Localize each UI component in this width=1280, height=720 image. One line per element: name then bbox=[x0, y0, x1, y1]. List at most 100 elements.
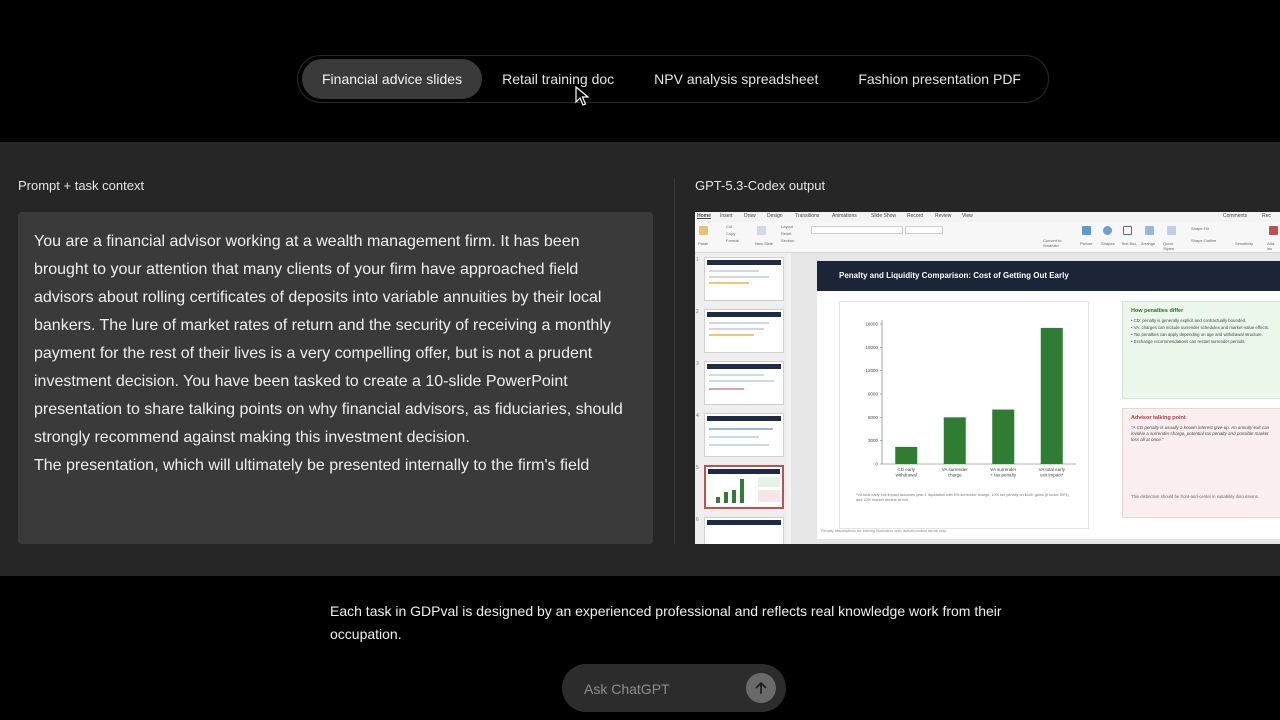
picture-icon bbox=[1082, 226, 1091, 235]
ppt-ribbon-tabs: Home Insert Draw Design Transitions Anim… bbox=[695, 212, 1280, 222]
powerpoint-output-preview: Home Insert Draw Design Transitions Anim… bbox=[695, 212, 1280, 544]
shapes-icon bbox=[1103, 226, 1112, 235]
note-title: Advisor talking point bbox=[1131, 415, 1186, 421]
ppt-shape-fill: Shape Fill bbox=[1191, 226, 1209, 231]
ppt-shape-outline: Shape Outline bbox=[1191, 238, 1217, 243]
x-tick-label: charge bbox=[948, 473, 962, 478]
bar bbox=[895, 446, 918, 464]
ppt-tab-draw: Draw bbox=[744, 213, 756, 219]
tab-financial-advice-slides[interactable]: Financial advice slides bbox=[302, 59, 483, 99]
ppt-section: Section bbox=[781, 238, 795, 243]
ppt-convert-smartart: Convert to SmartArt bbox=[1043, 238, 1062, 248]
note-footer: This distinction should be front-and-cen… bbox=[1131, 494, 1260, 499]
ask-chatgpt-bar bbox=[562, 664, 786, 712]
chart-footnote: *VA total early exit impact assumes year… bbox=[856, 493, 1070, 502]
slide-title: Penalty and Liquidity Comparison: Cost o… bbox=[839, 271, 1069, 280]
ask-chatgpt-input[interactable] bbox=[582, 676, 746, 702]
x-tick-label: VA surrender bbox=[942, 467, 968, 472]
ppt-tab-record: Record bbox=[907, 213, 924, 219]
note-bullet: • VA: charges can include surrender sche… bbox=[1131, 325, 1270, 330]
talking-point-quote: "A CD penalty is usually a known interes… bbox=[1131, 425, 1270, 442]
y-tick-label: 9000 bbox=[868, 392, 879, 397]
ppt-tab-home: Home bbox=[697, 213, 711, 219]
y-tick-label: 3000 bbox=[868, 438, 879, 443]
slide-thumbnail-pane: 1 2 3 4 5 6 bbox=[695, 253, 787, 544]
slide-header: Penalty and Liquidity Comparison: Cost o… bbox=[817, 261, 1280, 291]
comparison-panel: Prompt + task context You are a financia… bbox=[0, 142, 1280, 576]
bar bbox=[943, 417, 966, 464]
tab-npv-analysis-spreadsheet[interactable]: NPV analysis spreadsheet bbox=[634, 59, 838, 99]
slide-thumbnail bbox=[704, 413, 784, 457]
x-tick-label: exit impact* bbox=[1040, 473, 1064, 478]
ppt-new-slide: New Slide bbox=[755, 241, 774, 246]
note-title: How penalties differ bbox=[1131, 308, 1184, 314]
y-tick-label: 0 bbox=[875, 462, 878, 467]
y-tick-label: 18000 bbox=[865, 322, 878, 327]
ppt-tab-slide-show: Slide Show bbox=[871, 213, 897, 219]
penalty-differences-note: How penalties differ • CD: penalty is ge… bbox=[1122, 301, 1280, 399]
tab-fashion-presentation-pdf[interactable]: Fashion presentation PDF bbox=[838, 59, 1041, 99]
ppt-reset: Reset bbox=[781, 231, 792, 236]
ppt-shapes: Shapes bbox=[1101, 241, 1115, 246]
bar bbox=[1040, 327, 1063, 464]
tab-retail-training-doc[interactable]: Retail training doc bbox=[482, 59, 634, 99]
ppt-record-button: Rec bbox=[1262, 213, 1271, 219]
paste-icon bbox=[699, 226, 708, 235]
x-tick-label: + tax penalty bbox=[990, 473, 1016, 478]
prompt-panel-title: Prompt + task context bbox=[18, 178, 145, 193]
slide-thumbnail bbox=[704, 517, 784, 544]
slide: Penalty and Liquidity Comparison: Cost o… bbox=[817, 261, 1280, 539]
advisor-talking-point-note: Advisor talking point "A CD penalty is u… bbox=[1122, 408, 1280, 518]
x-tick-label: VA total early bbox=[1039, 467, 1066, 472]
send-button[interactable] bbox=[746, 673, 776, 703]
ppt-tab-transitions: Transitions bbox=[795, 213, 820, 219]
ppt-tab-review: Review bbox=[935, 213, 952, 219]
prompt-paragraph: The presentation, which will ultimately … bbox=[34, 457, 590, 474]
ppt-sensitivity: Sensitivity bbox=[1235, 241, 1254, 246]
x-tick-label: CD early bbox=[897, 467, 915, 472]
slide-number: 4 bbox=[696, 413, 699, 419]
slide-number: 3 bbox=[696, 361, 699, 367]
y-tick-label: 15000 bbox=[865, 345, 878, 350]
y-tick-label: 12000 bbox=[865, 368, 878, 373]
bar bbox=[992, 409, 1015, 464]
ppt-tab-animations: Animations bbox=[832, 213, 857, 219]
arrange-icon bbox=[1145, 226, 1154, 235]
ppt-picture: Picture bbox=[1080, 241, 1093, 246]
task-tab-bar: Financial advice slides Retail training … bbox=[297, 55, 1049, 103]
prompt-paragraph: You are a financial advisor working at a… bbox=[34, 233, 623, 446]
prompt-text-box[interactable]: You are a financial advisor working at a… bbox=[18, 212, 653, 544]
font-size-dropdown bbox=[905, 226, 943, 234]
ppt-tab-design: Design bbox=[767, 213, 783, 219]
chart-card: 0 3000 6000 9000 12000 15000 18000 CD early with… bbox=[839, 301, 1089, 529]
ppt-copy: Copy bbox=[726, 231, 736, 236]
y-tick-label: 6000 bbox=[868, 415, 879, 420]
x-tick-label: VA surrender bbox=[990, 467, 1016, 472]
ppt-text-box: Text Box bbox=[1121, 241, 1137, 246]
ppt-quick-styles: Quick Styles bbox=[1163, 241, 1174, 251]
slide-thumbnail bbox=[704, 361, 784, 405]
ppt-arrange: Arrange bbox=[1141, 241, 1156, 246]
ppt-cut: Cut bbox=[726, 224, 733, 229]
ppt-comments-button: Comments bbox=[1223, 213, 1248, 219]
ppt-tab-insert: Insert bbox=[720, 213, 733, 219]
ppt-add-ins: Add-ins bbox=[1267, 241, 1276, 251]
panel-divider bbox=[674, 178, 675, 544]
slide-number: 2 bbox=[696, 309, 699, 315]
ppt-format: Format bbox=[726, 238, 739, 243]
slide-number: 1 bbox=[696, 257, 699, 263]
quick-styles-icon bbox=[1167, 226, 1176, 235]
ppt-tab-view: View bbox=[962, 213, 973, 219]
output-panel-title: GPT-5.3-Codex output bbox=[695, 178, 826, 193]
slide-number: 5 bbox=[696, 465, 699, 471]
slide-footer-note: Penalty assumptions for training illustr… bbox=[821, 529, 947, 533]
slide-thumbnail bbox=[704, 309, 784, 353]
note-bullet: • CD: penalty is generally explicit and … bbox=[1131, 318, 1247, 323]
text-box-icon bbox=[1123, 226, 1132, 235]
note-bullet: • Tax penalties can apply depending on a… bbox=[1131, 332, 1263, 337]
new-slide-icon bbox=[757, 226, 766, 235]
x-tick-label: withdrawal bbox=[896, 473, 917, 478]
slide-thumbnail bbox=[704, 257, 784, 301]
note-bullet: • Exchange recommendations can restart s… bbox=[1131, 339, 1246, 344]
ppt-layout: Layout bbox=[781, 224, 794, 229]
